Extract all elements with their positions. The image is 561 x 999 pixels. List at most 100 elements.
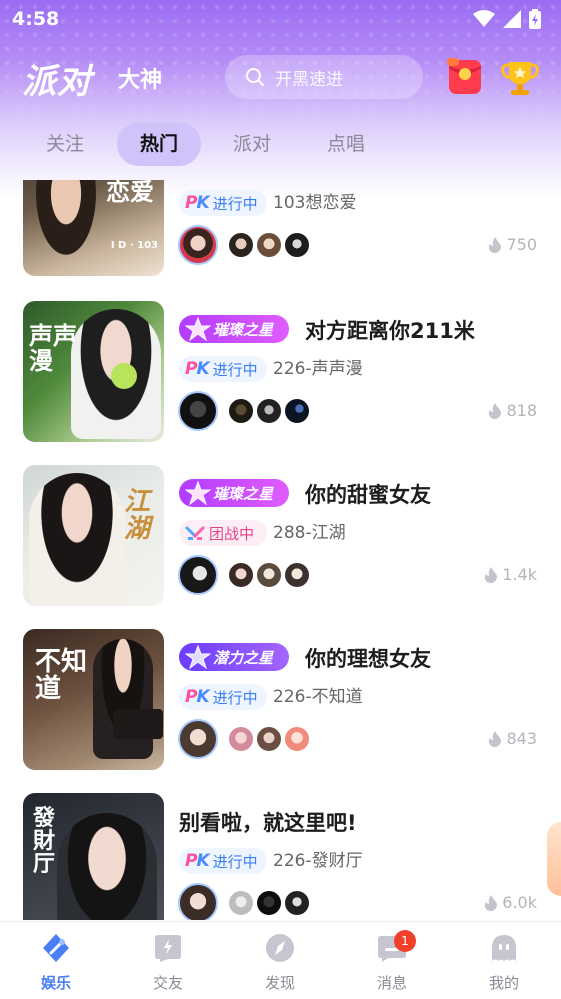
brand-title[interactable]: 派对	[22, 54, 92, 103]
tab-follow[interactable]: 关注	[30, 122, 100, 166]
heat-count: 6.0k	[484, 893, 537, 912]
member-avatar	[256, 398, 282, 424]
cover-title: 江湖	[124, 487, 151, 545]
badge-potential-star: 潜力之星	[179, 643, 289, 671]
nav-label: 消息	[376, 974, 407, 992]
flame-icon	[485, 894, 498, 911]
friends-icon	[155, 935, 181, 962]
host-avatar[interactable]	[178, 883, 218, 920]
host-avatar[interactable]	[178, 719, 218, 759]
tab-sing[interactable]: 点唱	[311, 122, 381, 166]
pk-icon: PK	[185, 193, 210, 213]
room-card[interactable]: 恋爱 I D · 103 PK 进行中 103想恋爱 750	[0, 180, 561, 277]
member-avatar	[284, 562, 310, 588]
member-avatar	[256, 232, 282, 258]
battery-icon	[529, 9, 541, 29]
tab-gods[interactable]: 大神	[118, 62, 162, 94]
nav-label: 娱乐	[40, 974, 71, 992]
star-icon	[185, 317, 211, 341]
member-avatar	[284, 890, 310, 916]
member-avatar	[284, 726, 310, 752]
badge-label: 璀璨之星	[213, 320, 274, 339]
room-name: 226-不知道	[273, 687, 363, 707]
heat-value: 1.4k	[502, 565, 537, 584]
room-card[interactable]: 声声漫 璀璨之星 对方距离你211米 PK 进行中 226-声声漫 818	[0, 301, 561, 443]
flame-icon	[485, 566, 498, 583]
member-avatar	[284, 398, 310, 424]
member-avatar	[228, 726, 254, 752]
room-name: 226-發财厅	[273, 851, 363, 871]
star-icon	[185, 645, 211, 669]
cover-subtitle: I D · 103	[110, 240, 158, 251]
heat-value: 6.0k	[502, 893, 537, 912]
entertainment-icon	[43, 934, 69, 962]
badge-bright-star: 璀璨之星	[179, 479, 289, 507]
room-cover: 江湖	[23, 465, 164, 606]
nav-label: 我的	[488, 974, 519, 992]
room-name: 288-江湖	[273, 523, 346, 543]
red-packet-icon[interactable]	[443, 54, 487, 98]
room-title: 你的甜蜜女友	[305, 483, 431, 507]
heat-value: 750	[506, 235, 537, 254]
status-icons	[473, 9, 541, 29]
room-cover: 發財厅	[23, 793, 164, 920]
search-icon	[246, 68, 264, 86]
flame-icon	[489, 402, 502, 419]
flame-icon	[489, 730, 502, 747]
cover-title: 不知道	[35, 647, 88, 705]
status-pill: PK 进行中	[179, 190, 267, 216]
search-placeholder: 开黑速进	[275, 69, 343, 90]
nav-messages[interactable]: 1 消息	[336, 922, 448, 999]
app-header: 派对 大神 开黑速进	[0, 50, 561, 106]
room-title: 你的理想女友	[305, 647, 431, 671]
room-card[interactable]: 發財厅 别看啦，就这里吧! PK 进行中 226-發财厅 6.0k	[0, 793, 561, 920]
tab-party[interactable]: 派对	[217, 122, 287, 166]
room-cover: 不知道	[23, 629, 164, 770]
host-avatar[interactable]	[178, 555, 218, 595]
room-cover: 恋爱 I D · 103	[23, 180, 164, 276]
signal-icon	[503, 10, 521, 28]
room-card[interactable]: 江湖 璀璨之星 你的甜蜜女友 团战中 288-江湖 1.4k	[0, 465, 561, 607]
nav-discover[interactable]: 发现	[224, 922, 336, 999]
heat-count: 750	[488, 235, 537, 254]
member-avatar	[284, 232, 310, 258]
nav-profile[interactable]: 我的	[448, 922, 560, 999]
heat-value: 843	[506, 729, 537, 748]
status-pill: PK 进行中	[179, 684, 267, 710]
status-pill: PK 进行中	[179, 356, 267, 382]
status-time: 4:58	[12, 8, 60, 30]
host-avatar[interactable]	[178, 391, 218, 431]
badge-label: 潜力之星	[213, 648, 274, 667]
member-avatar	[256, 562, 282, 588]
heat-count: 843	[488, 729, 537, 748]
tab-hot[interactable]: 热门	[117, 122, 201, 166]
status-text: 进行中	[212, 688, 258, 707]
cover-title: 發財厅	[33, 805, 56, 878]
badge-bright-star: 璀璨之星	[179, 315, 289, 343]
room-card[interactable]: 不知道 潜力之星 你的理想女友 PK 进行中 226-不知道 843	[0, 629, 561, 771]
unread-badge: 1	[394, 930, 416, 952]
heat-count: 818	[488, 401, 537, 420]
status-bar: 4:58	[0, 0, 561, 38]
nav-friends[interactable]: 交友	[112, 922, 224, 999]
room-title: 别看啦，就这里吧!	[179, 811, 357, 835]
member-avatar	[228, 232, 254, 258]
room-name: 103想恋爱	[273, 193, 357, 213]
nav-entertainment[interactable]: 娱乐	[0, 922, 112, 999]
status-text: 进行中	[212, 194, 258, 213]
star-icon	[185, 481, 211, 505]
pk-icon: PK	[185, 687, 210, 707]
cover-title: 声声漫	[29, 321, 77, 376]
member-avatar	[256, 726, 282, 752]
member-avatar	[228, 890, 254, 916]
floating-promo-tab[interactable]	[547, 822, 561, 896]
nav-label: 发现	[264, 974, 295, 992]
pk-icon: PK	[185, 359, 210, 379]
flame-icon	[489, 236, 502, 253]
cover-title: 恋爱	[106, 180, 154, 206]
host-avatar[interactable]	[178, 225, 218, 265]
trophy-icon[interactable]	[497, 54, 543, 100]
member-avatar	[228, 562, 254, 588]
search-box[interactable]: 开黑速进	[225, 55, 423, 99]
compass-icon	[266, 934, 294, 962]
